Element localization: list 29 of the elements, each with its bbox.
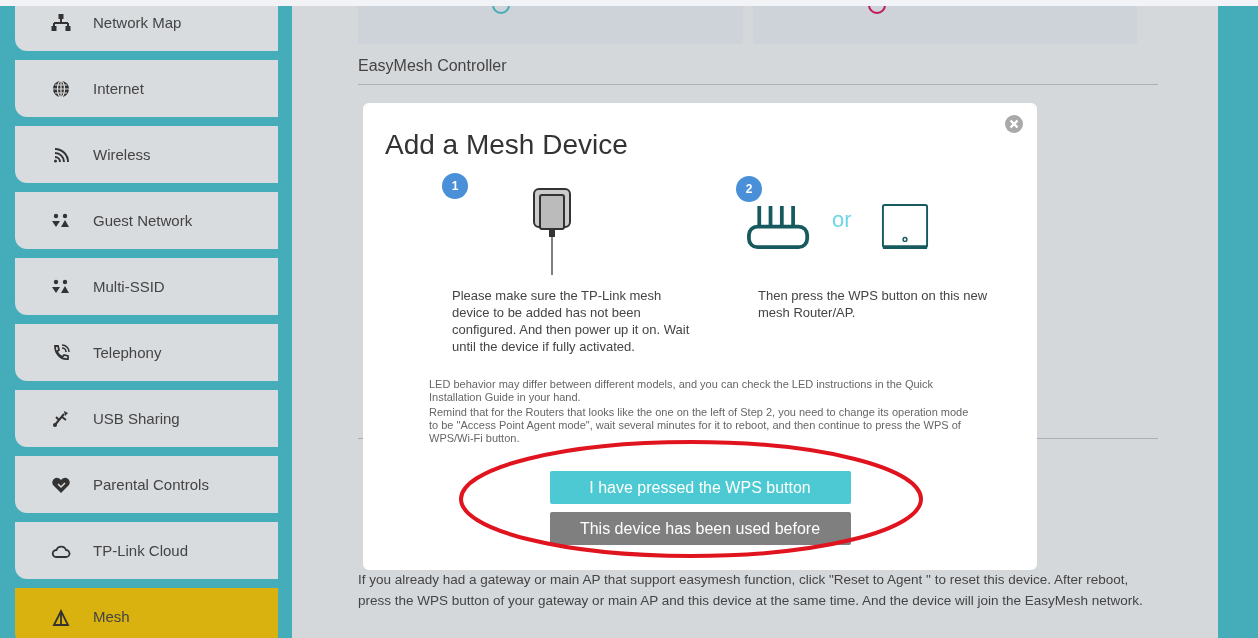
globe-icon — [51, 78, 71, 99]
sidebar-item[interactable]: Mesh — [15, 588, 278, 638]
section-title: EasyMesh Controller — [358, 44, 1158, 85]
phone-icon — [51, 342, 71, 363]
step-text: Then press the WPS button on this new mesh Router/AP. — [758, 287, 989, 321]
sidebar-item[interactable]: Multi-SSID — [15, 258, 278, 315]
sidebar-item[interactable]: Telephony — [15, 324, 278, 381]
sidebar-item[interactable]: Network Map — [15, 6, 278, 51]
secondary-button[interactable]: This device has been used before — [549, 512, 851, 545]
close-icon[interactable] — [1004, 114, 1024, 134]
sidebar-item[interactable]: USB Sharing — [15, 390, 278, 447]
network-icon — [51, 12, 71, 33]
step-badge: 2 — [736, 176, 762, 202]
sidebar-item[interactable]: Wireless — [15, 126, 278, 183]
router-icon — [746, 203, 812, 251]
charger-icon — [532, 187, 572, 277]
or-label: or — [832, 207, 852, 233]
sidebar-item[interactable]: TP-Link Cloud — [15, 522, 278, 579]
mesh-unit-icon — [879, 203, 930, 251]
note-text: Remind that for the Routers that looks like the one on the left of Step 2, you need to change its operation mode to be "Access Point Agent mode", wait several minutes for it to reboot, and then continue to press the WPS of WPS/Wi-Fi button. — [429, 406, 970, 445]
step-text: Please make sure the TP-Link mesh device to be added has not been configured. And then power up it on. Wait until the device if fully activated. — [452, 287, 691, 355]
sidebar-item[interactable]: Internet — [15, 60, 278, 117]
step-badge: 1 — [442, 173, 468, 199]
sidebar-item[interactable]: Guest Network — [15, 192, 278, 249]
dialog-title: Add a Mesh Device — [385, 129, 628, 161]
note-text: LED behavior may differ between different models, and you can check the LED instructions in the Quick Installation Guide in your hand. — [429, 378, 935, 404]
description-text: If you already had a gateway or main AP that support easymesh function, click "Reset to Agent " to reset this device. After reboot, press the WPS button of your gateway or main AP and this device at the same time. And the device will join the EasyMesh network. — [358, 571, 1144, 610]
sidebar-item[interactable]: Parental Controls — [15, 456, 278, 513]
usb-icon — [51, 408, 71, 429]
